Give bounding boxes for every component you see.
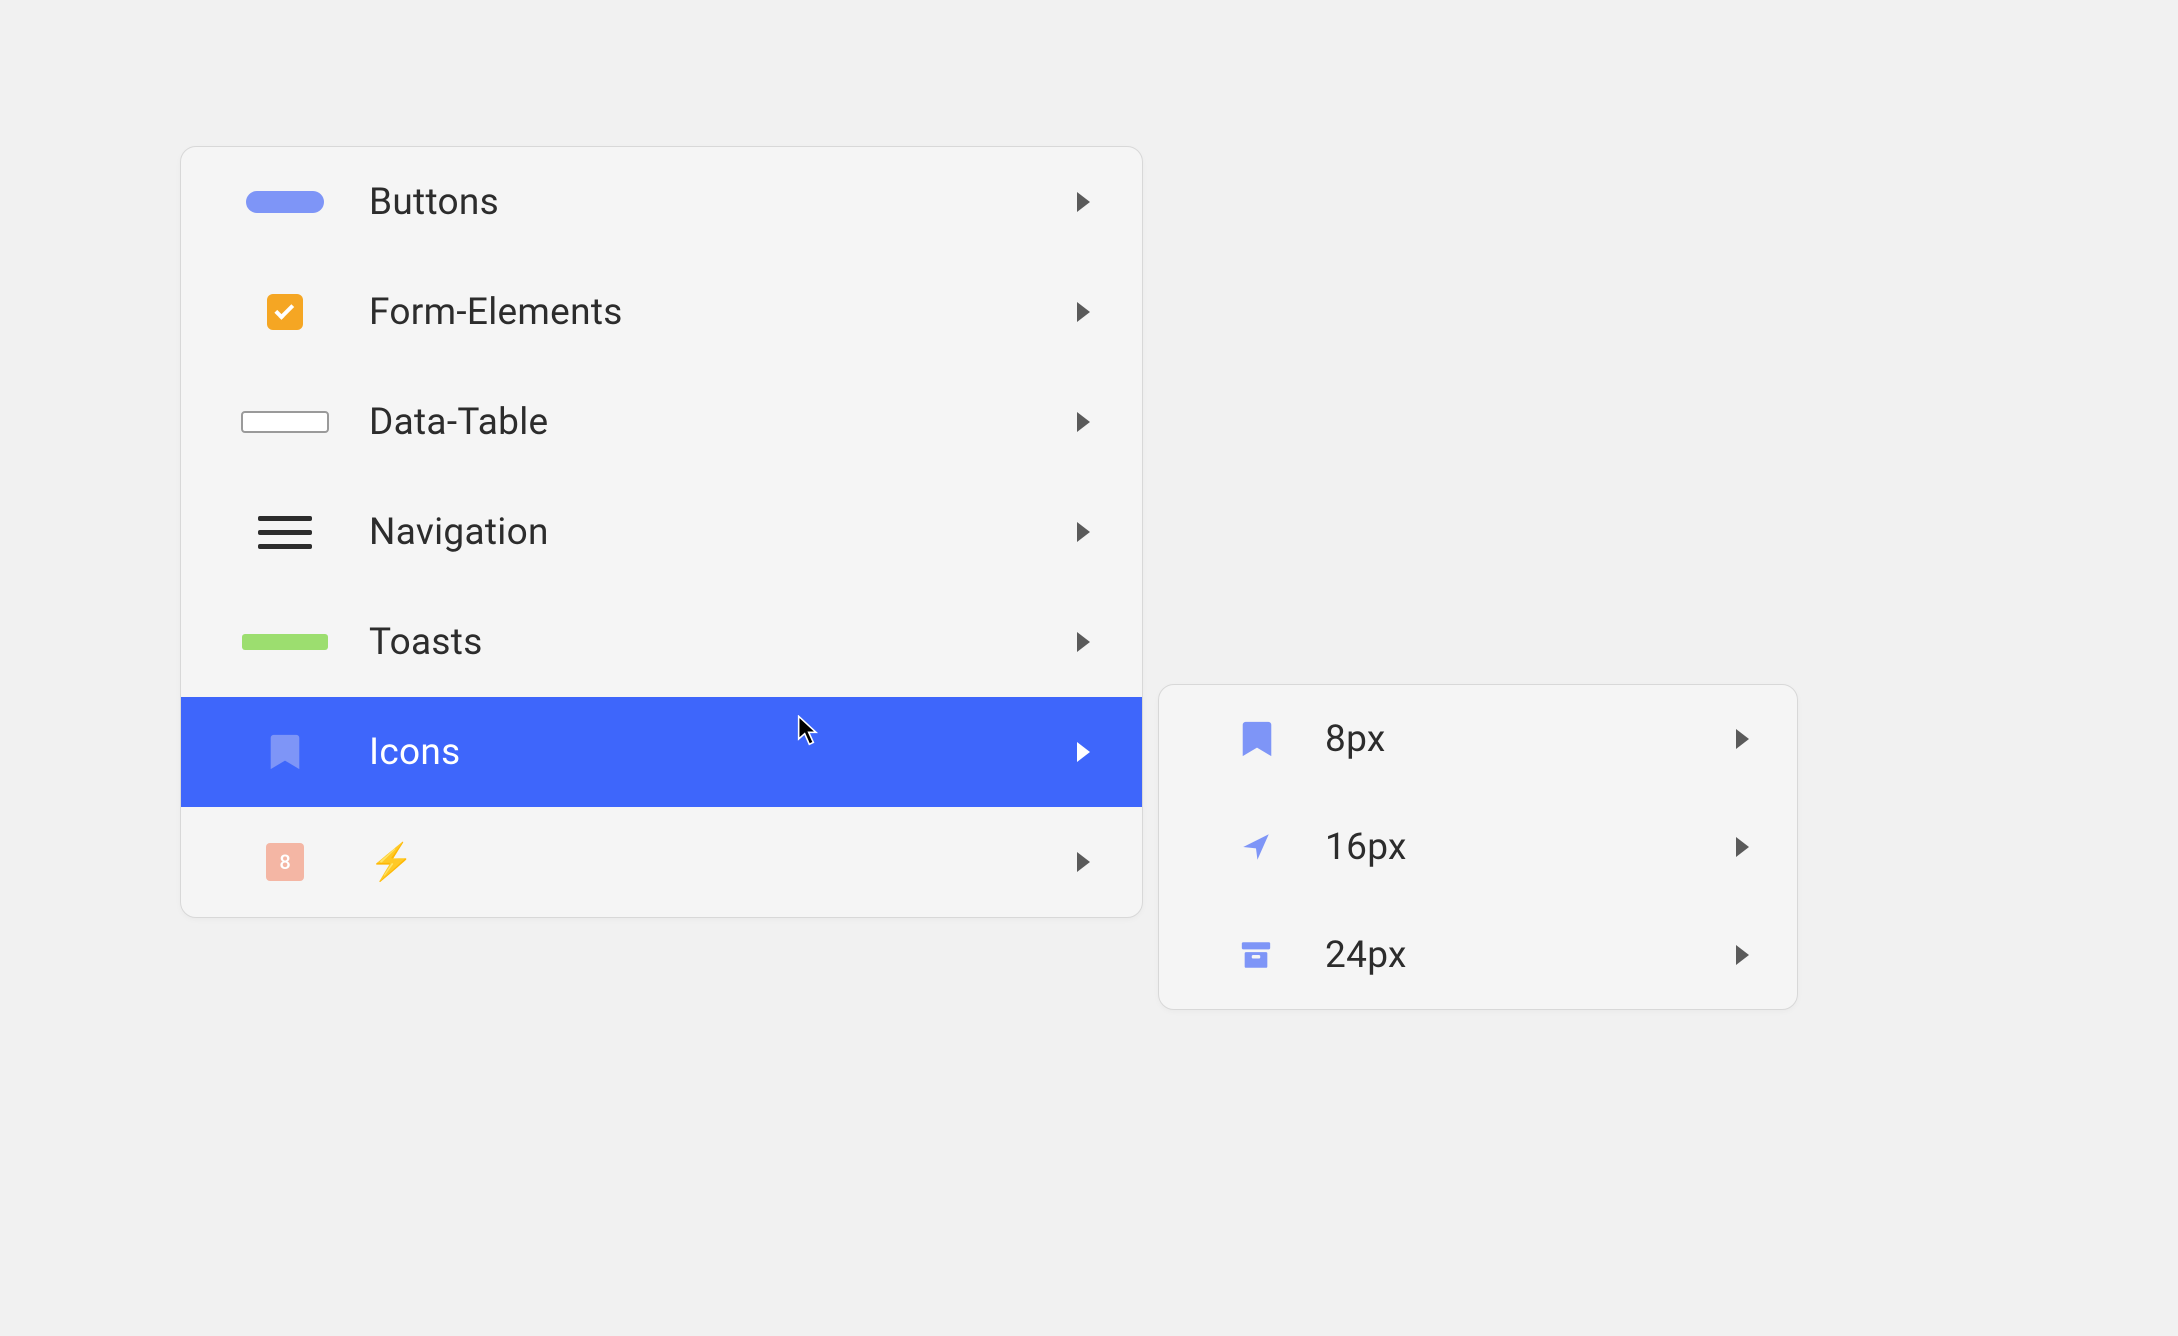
bookmark-icon xyxy=(233,732,337,772)
menu-item-lightning[interactable]: 8 ⚡ xyxy=(181,807,1142,917)
menu-item-label: Toasts xyxy=(337,621,1077,664)
sub-menu-item-24px[interactable]: 24px xyxy=(1159,901,1797,1009)
chevron-right-icon xyxy=(1077,742,1090,762)
bookmark-icon xyxy=(1239,719,1309,759)
badge-icon: 8 xyxy=(233,843,337,881)
sub-menu-item-16px[interactable]: 16px xyxy=(1159,793,1797,901)
sub-menu-item-8px[interactable]: 8px xyxy=(1159,685,1797,793)
hamburger-icon xyxy=(233,516,337,549)
chevron-right-icon xyxy=(1077,412,1090,432)
chevron-right-icon xyxy=(1736,837,1749,857)
menu-item-toasts[interactable]: Toasts xyxy=(181,587,1142,697)
sub-menu-item-label: 24px xyxy=(1309,934,1736,977)
menu-item-label: Icons xyxy=(337,731,1077,774)
menu-item-form-elements[interactable]: Form-Elements xyxy=(181,257,1142,367)
menu-item-label: Form-Elements xyxy=(337,291,1077,334)
chevron-right-icon xyxy=(1077,192,1090,212)
menu-item-navigation[interactable]: Navigation xyxy=(181,477,1142,587)
chevron-right-icon xyxy=(1077,852,1090,872)
sub-menu: 8px 16px 24px xyxy=(1158,684,1798,1010)
menu-item-icons[interactable]: Icons xyxy=(181,697,1142,807)
menu-item-label: Navigation xyxy=(337,511,1077,554)
archive-icon xyxy=(1239,938,1309,972)
chevron-right-icon xyxy=(1077,632,1090,652)
toast-icon xyxy=(233,634,337,650)
chevron-right-icon xyxy=(1736,945,1749,965)
chevron-right-icon xyxy=(1077,522,1090,542)
pill-icon xyxy=(233,191,337,213)
table-icon xyxy=(233,411,337,433)
sub-menu-item-label: 16px xyxy=(1309,826,1736,869)
menu-item-label: ⚡ xyxy=(337,844,1077,880)
menu-item-buttons[interactable]: Buttons xyxy=(181,147,1142,257)
menu-item-data-table[interactable]: Data-Table xyxy=(181,367,1142,477)
location-arrow-icon xyxy=(1239,830,1309,864)
sub-menu-item-label: 8px xyxy=(1309,718,1736,761)
menu-item-label: Data-Table xyxy=(337,401,1077,444)
main-menu: Buttons Form-Elements Data-Table Navigat… xyxy=(180,146,1143,918)
menu-item-label: Buttons xyxy=(337,181,1077,224)
chevron-right-icon xyxy=(1736,729,1749,749)
checkbox-icon xyxy=(233,294,337,330)
chevron-right-icon xyxy=(1077,302,1090,322)
badge-count: 8 xyxy=(266,843,304,881)
